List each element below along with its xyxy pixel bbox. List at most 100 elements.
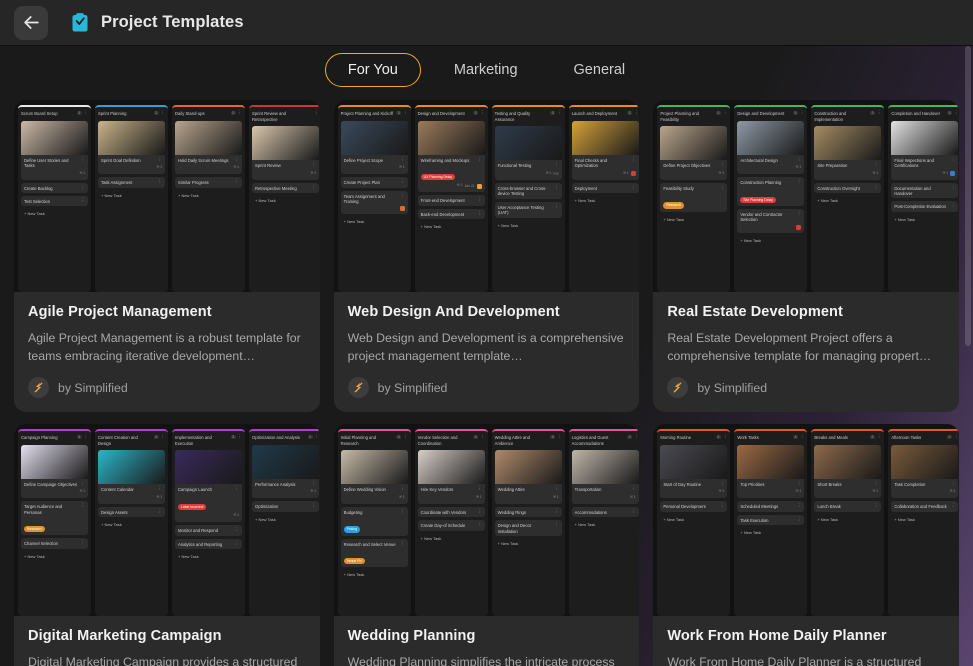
column-menu-icon[interactable]: ⋮ [723, 434, 728, 440]
kanban-task-card[interactable]: Define Project Objectives ⋮ 🗎 1 [660, 126, 728, 180]
template-card[interactable]: Initial Planning and Research 3 ⋮ Define We… [333, 424, 640, 666]
task-menu-icon[interactable]: ⋮ [797, 180, 802, 185]
task-menu-icon[interactable]: ⋮ [81, 157, 86, 163]
task-menu-icon[interactable]: ⋮ [554, 204, 559, 210]
task-menu-icon[interactable]: ⋮ [235, 528, 240, 533]
column-menu-icon[interactable]: ⋮ [557, 434, 562, 440]
task-menu-icon[interactable]: ⋮ [797, 517, 802, 523]
kanban-task-card[interactable]: Collaboration and Feedback ⋮ [891, 501, 959, 512]
kanban-task-card[interactable]: Transportation ⋮ 🗎 1 [571, 450, 639, 504]
column-menu-icon[interactable]: ⋮ [800, 434, 805, 440]
kanban-task-card[interactable]: Lunch Break ⋮ [814, 501, 882, 512]
task-menu-icon[interactable]: ⋮ [797, 504, 802, 509]
kanban-task-card[interactable]: Final Inspections and Certifications ⋮ 🗎 1 [891, 120, 959, 180]
add-task-button[interactable]: + New Task [495, 221, 562, 230]
column-menu-icon[interactable]: ⋮ [954, 110, 959, 116]
column-menu-icon[interactable]: ⋮ [315, 110, 320, 116]
kanban-task-card[interactable]: Define Campaign Objectives ⋮ 🗎 1 [21, 444, 88, 499]
kanban-task-card[interactable]: Wedding Attire ⋮ 🗎 1 [494, 450, 562, 504]
kanban-task-card[interactable]: Create Project Plan ⋮ [340, 177, 408, 188]
kanban-task-card[interactable]: Top Priorities ⋮ 🗎 1 [737, 444, 805, 499]
kanban-task-card[interactable]: Front-end Development ⋮ [417, 195, 485, 206]
add-task-button[interactable]: + New Task [175, 191, 242, 200]
task-menu-icon[interactable]: ⋮ [400, 509, 405, 515]
column-menu-icon[interactable]: ⋮ [238, 434, 243, 440]
kanban-task-card[interactable]: Define Project Scope ⋮ 🗎 1 [340, 120, 408, 175]
tab-marketing[interactable]: Marketing [431, 53, 541, 87]
column-menu-icon[interactable]: ⋮ [723, 110, 728, 116]
kanban-task-card[interactable]: Analytics and Reporting ⋮ [175, 538, 242, 549]
task-menu-icon[interactable]: ⋮ [312, 504, 317, 509]
kanban-task-card[interactable]: Construction Oversight ⋮ [814, 182, 882, 194]
kanban-task-card[interactable]: Task Execution ⋮ [737, 514, 805, 526]
task-menu-icon[interactable]: ⋮ [81, 481, 86, 487]
kanban-task-card[interactable]: Post-Completion Evaluation ⋮ [891, 201, 959, 212]
task-menu-icon[interactable]: ⋮ [158, 157, 163, 163]
task-menu-icon[interactable]: ⋮ [554, 523, 559, 528]
task-menu-icon[interactable]: ⋮ [235, 487, 240, 492]
add-task-button[interactable]: + New Task [814, 515, 881, 524]
task-menu-icon[interactable]: ⋮ [312, 481, 317, 487]
task-menu-icon[interactable]: ⋮ [797, 211, 802, 217]
kanban-task-card[interactable]: Coordinate with Vendors ⋮ [417, 506, 485, 518]
kanban-task-card[interactable]: Hire Key Vendors ⋮ 🗎 1 [417, 450, 485, 504]
kanban-task-card[interactable]: Feasibility Study ⋮ Research [660, 182, 728, 212]
add-task-button[interactable]: + New Task [98, 191, 165, 200]
task-menu-icon[interactable]: ⋮ [631, 509, 636, 515]
kanban-task-card[interactable]: Test Selection ⋮ [21, 196, 88, 207]
kanban-task-card[interactable]: Design and Decor Installation ⋮ [494, 520, 562, 537]
tab-for-you[interactable]: For You [324, 53, 421, 87]
kanban-task-card[interactable]: Task Completion ⋮ 🗎 1 [891, 444, 959, 499]
task-menu-icon[interactable]: ⋮ [554, 163, 559, 168]
task-menu-icon[interactable]: ⋮ [81, 199, 86, 204]
task-menu-icon[interactable]: ⋮ [400, 180, 405, 185]
kanban-task-card[interactable]: Define User Stories and Tasks ⋮ 🗎 1 [21, 120, 88, 180]
add-task-button[interactable]: + New Task [252, 515, 319, 524]
kanban-task-card[interactable]: Sprint Goal Definition ⋮ 🗎 1 [98, 120, 165, 175]
add-task-button[interactable]: + New Task [175, 552, 242, 561]
template-card[interactable]: Morning Routine 2 ⋮ Start of Day Routine ⋮ 🗎 … [653, 424, 959, 666]
task-menu-icon[interactable]: ⋮ [720, 504, 725, 509]
column-menu-icon[interactable]: ⋮ [877, 434, 882, 440]
task-menu-icon[interactable]: ⋮ [477, 198, 482, 203]
task-menu-icon[interactable]: ⋮ [477, 523, 482, 528]
kanban-task-card[interactable]: Budgeting ⋮ Pricing [340, 506, 408, 536]
template-card[interactable]: Scrum Board Setup 3 ⋮ Define User Stories a… [14, 100, 320, 412]
add-task-button[interactable]: + New Task [418, 534, 485, 543]
kanban-task-card[interactable]: Create Day-of Schedule ⋮ [417, 520, 485, 531]
add-task-button[interactable]: + New Task [737, 236, 804, 245]
add-task-button[interactable]: + New Task [660, 515, 727, 524]
task-menu-icon[interactable]: ⋮ [400, 157, 405, 163]
task-menu-icon[interactable]: ⋮ [158, 487, 163, 492]
task-menu-icon[interactable]: ⋮ [874, 185, 879, 191]
column-menu-icon[interactable]: ⋮ [480, 434, 485, 440]
add-task-button[interactable]: + New Task [660, 215, 727, 224]
kanban-task-card[interactable]: Optimization ⋮ [252, 501, 319, 512]
task-menu-icon[interactable]: ⋮ [631, 185, 636, 191]
column-menu-icon[interactable]: ⋮ [161, 110, 166, 116]
kanban-task-card[interactable]: Channel Selection ⋮ [21, 538, 88, 549]
kanban-task-card[interactable]: Retrospective Meeting ⋮ [252, 182, 319, 194]
task-menu-icon[interactable]: ⋮ [951, 185, 956, 191]
task-menu-icon[interactable]: ⋮ [951, 157, 956, 163]
vertical-scrollbar[interactable] [965, 46, 971, 346]
task-menu-icon[interactable]: ⋮ [158, 180, 163, 185]
add-task-button[interactable]: + New Task [572, 196, 639, 205]
task-menu-icon[interactable]: ⋮ [312, 163, 317, 168]
add-task-button[interactable]: + New Task [814, 196, 881, 205]
column-menu-icon[interactable]: ⋮ [480, 110, 485, 116]
add-task-button[interactable]: + New Task [21, 209, 88, 218]
task-menu-icon[interactable]: ⋮ [477, 157, 482, 163]
kanban-task-card[interactable]: User Acceptance Testing (UAT) ⋮ [494, 201, 562, 218]
add-task-button[interactable]: + New Task [98, 520, 165, 529]
task-menu-icon[interactable]: ⋮ [720, 185, 725, 191]
kanban-task-card[interactable]: Design Assets ⋮ [98, 506, 165, 518]
column-menu-icon[interactable]: ⋮ [800, 110, 805, 116]
task-menu-icon[interactable]: ⋮ [158, 509, 163, 515]
add-task-button[interactable]: + New Task [341, 217, 408, 226]
task-menu-icon[interactable]: ⋮ [81, 504, 86, 509]
task-menu-icon[interactable]: ⋮ [951, 504, 956, 509]
task-menu-icon[interactable]: ⋮ [554, 509, 559, 515]
kanban-task-card[interactable]: Task Assignment ⋮ [98, 177, 165, 188]
task-menu-icon[interactable]: ⋮ [554, 487, 559, 492]
